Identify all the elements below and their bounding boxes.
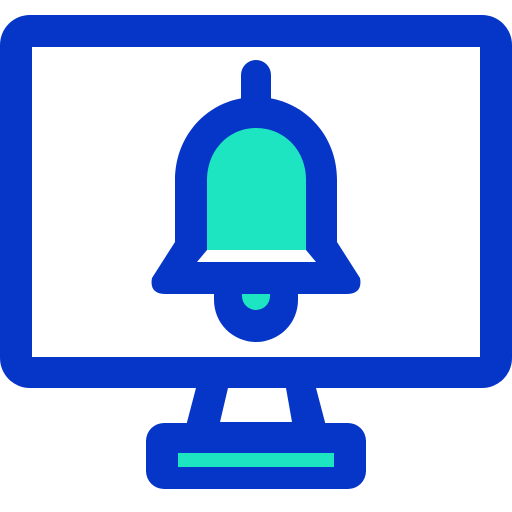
stand-base-accent [178, 453, 334, 467]
monitor-bell-illustration [0, 0, 512, 512]
bell-flare-band [196, 262, 316, 294]
bell-body-fill [207, 128, 306, 262]
bell-flare-inner [197, 250, 316, 262]
stand-neck-inner [220, 388, 292, 422]
monitor-notification-bell-icon [0, 15, 512, 489]
